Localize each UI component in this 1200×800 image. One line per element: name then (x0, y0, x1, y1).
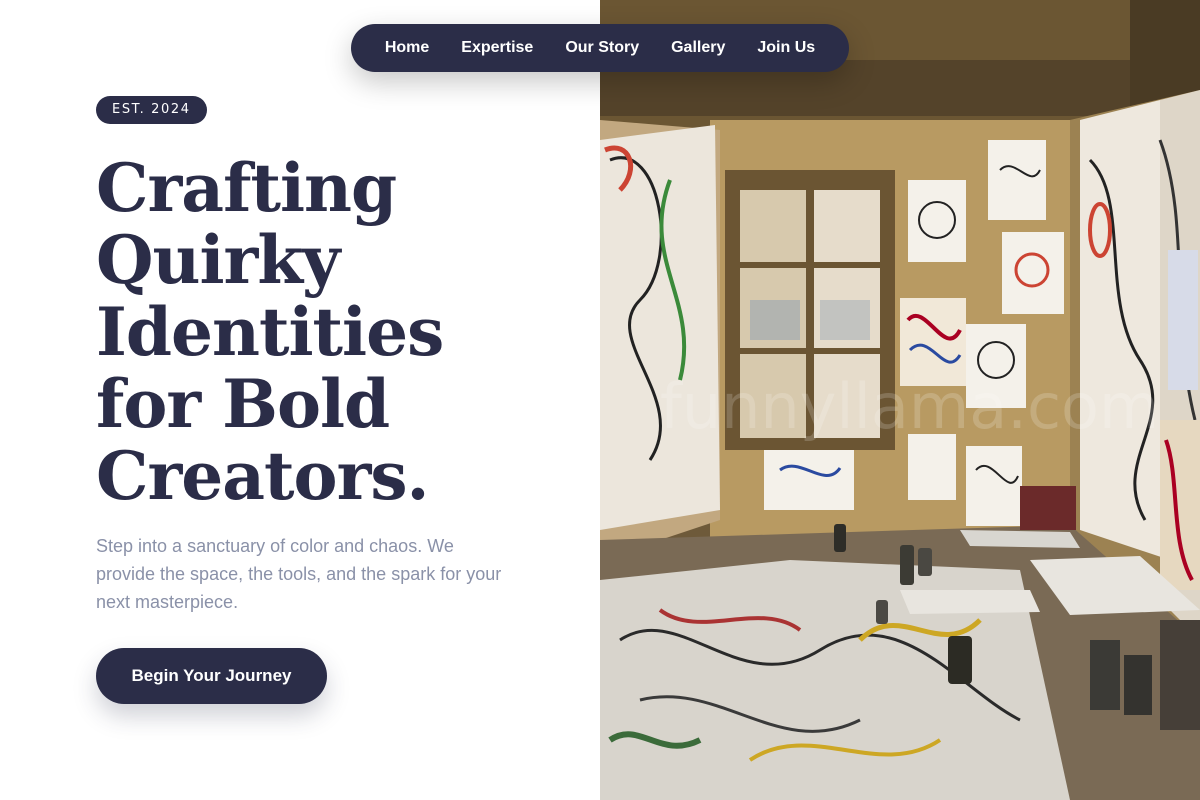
page-headline: Crafting Quirky Identities for Bold Crea… (96, 152, 566, 512)
headline-line: Crafting (96, 149, 397, 227)
headline-line: Creators. (96, 437, 429, 515)
studio-photo: funnyllama.com (600, 0, 1200, 800)
headline-line: Quirky (96, 221, 340, 299)
nav-join-us[interactable]: Join Us (741, 24, 831, 72)
nav-gallery[interactable]: Gallery (655, 24, 741, 72)
nav-home[interactable]: Home (369, 24, 445, 72)
studio-illustration: funnyllama.com (600, 0, 1200, 800)
hero-content: EST. 2024 Crafting Quirky Identities for… (0, 0, 600, 800)
nav-expertise[interactable]: Expertise (445, 24, 549, 72)
established-badge: EST. 2024 (96, 96, 207, 124)
nav-our-story[interactable]: Our Story (549, 24, 655, 72)
watermark-text: funnyllama.com (660, 370, 1159, 443)
begin-journey-button[interactable]: Begin Your Journey (96, 648, 327, 704)
hero-subtext: Step into a sanctuary of color and chaos… (96, 536, 502, 612)
headline-line: Identities (96, 293, 444, 371)
main-nav: Home Expertise Our Story Gallery Join Us (351, 24, 849, 72)
headline-line: for Bold (96, 365, 390, 443)
